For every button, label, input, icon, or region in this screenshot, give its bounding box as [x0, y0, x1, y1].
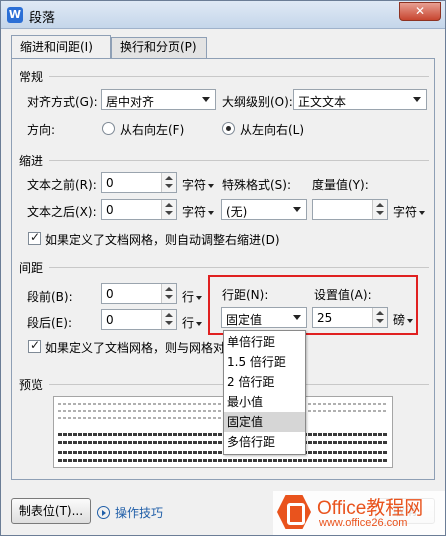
direction-label: 方向: [27, 123, 56, 137]
option-exactly[interactable]: 固定值 [224, 412, 305, 432]
tab-line-page-breaks[interactable]: 换行和分页(P) [111, 37, 207, 58]
close-button[interactable]: ✕ [399, 2, 441, 21]
option-at-least[interactable]: 最小值 [224, 392, 305, 412]
watermark: Office教程网 www.office26.com [273, 491, 445, 535]
measure-label: 度量值(Y): [312, 178, 369, 192]
dialog-title: 段落 [29, 11, 56, 26]
space-after-label: 段后(E): [27, 316, 72, 330]
option-double[interactable]: 2 倍行距 [224, 372, 305, 392]
rtl-label: 从右向左(F) [120, 123, 185, 137]
watermark-brand: Office教程网 [317, 498, 424, 519]
tips-link[interactable]: 操作技巧 [97, 504, 163, 521]
snap-to-grid-label: 如果定义了文档网格，则与网格对 [45, 341, 226, 355]
alignment-label: 对齐方式(G): [27, 95, 98, 109]
preview-text-line [58, 459, 388, 462]
office-logo-icon [277, 495, 311, 529]
tab-stops-button[interactable]: 制表位(T)... [11, 498, 91, 524]
space-before-label: 段前(B): [27, 290, 73, 304]
spin-buttons[interactable] [161, 284, 176, 303]
measure-unit[interactable]: 字符 [393, 203, 426, 220]
section-preview: 预览 [19, 378, 44, 392]
highlight-box [208, 275, 418, 335]
space-before-input[interactable]: 0 [101, 283, 177, 304]
space-before-unit[interactable]: 行 [182, 288, 203, 305]
snap-to-grid-checkbox[interactable] [28, 338, 41, 353]
outline-level-value: 正文文本 [298, 95, 347, 109]
divider [49, 267, 429, 268]
auto-adjust-indent-label: 如果定义了文档网格，则自动调整右缩进(D) [45, 233, 280, 247]
special-format-label: 特殊格式(S): [222, 178, 292, 192]
auto-adjust-indent-checkbox[interactable] [28, 230, 41, 245]
wps-writer-icon: W [7, 7, 23, 23]
section-general: 常规 [19, 70, 44, 84]
play-icon [97, 506, 110, 519]
ltr-radio[interactable] [222, 122, 235, 135]
indent-after-unit[interactable]: 字符 [182, 203, 215, 220]
chevron-down-icon [413, 97, 421, 102]
line-spacing-options: 单倍行距 1.5 倍行距 2 倍行距 最小值 固定值 多倍行距 [223, 330, 306, 455]
spin-buttons[interactable] [161, 310, 176, 329]
special-format-dropdown[interactable]: (无) [221, 199, 307, 220]
ltr-label: 从左向右(L) [240, 123, 305, 137]
section-spacing: 间距 [19, 261, 44, 275]
indent-before-label: 文本之前(R): [27, 178, 97, 192]
rtl-radio[interactable] [102, 122, 115, 135]
space-after-input[interactable]: 0 [101, 309, 177, 330]
divider [49, 76, 429, 77]
paragraph-dialog: W 段落 ✕ 缩进和间距(I) 换行和分页(P) 常规 对齐方式(G): 居中对… [0, 0, 446, 536]
option-multiple[interactable]: 多倍行距 [224, 432, 305, 452]
option-1-5[interactable]: 1.5 倍行距 [224, 352, 305, 372]
chevron-down-icon [202, 97, 210, 102]
spin-buttons[interactable] [161, 173, 176, 192]
watermark-url: www.office26.com [319, 517, 408, 529]
outline-level-dropdown[interactable]: 正文文本 [293, 89, 427, 110]
section-indent: 缩进 [19, 154, 44, 168]
space-after-unit[interactable]: 行 [182, 314, 203, 331]
divider [49, 160, 429, 161]
chevron-down-icon [293, 207, 301, 212]
indent-after-label: 文本之后(X): [27, 205, 97, 219]
indent-before-input[interactable]: 0 [101, 172, 177, 193]
indent-before-unit[interactable]: 字符 [182, 176, 215, 193]
alignment-dropdown[interactable]: 居中对齐 [101, 89, 216, 110]
option-single[interactable]: 单倍行距 [224, 332, 305, 352]
tab-indent-spacing[interactable]: 缩进和间距(I) [11, 35, 111, 59]
outline-level-label: 大纲级别(O): [222, 95, 293, 109]
indent-after-input[interactable]: 0 [101, 199, 177, 220]
title-bar: W 段落 ✕ [1, 1, 445, 29]
spin-buttons[interactable] [161, 200, 176, 219]
spin-buttons[interactable] [372, 200, 387, 219]
alignment-value: 居中对齐 [106, 95, 155, 109]
measure-input[interactable] [312, 199, 388, 220]
special-format-value: (无) [226, 205, 248, 219]
